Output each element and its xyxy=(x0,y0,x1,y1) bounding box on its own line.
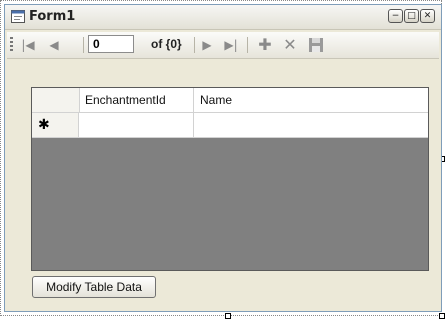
add-new-icon[interactable]: ✚ xyxy=(256,36,274,54)
cell-name[interactable] xyxy=(194,113,428,137)
column-header-enchantmentid[interactable]: EnchantmentId xyxy=(79,88,194,112)
delete-icon[interactable]: ✕ xyxy=(281,36,299,54)
form-window: Form1 − □ ✕ |◀ ◀ 0 of {0} ▶ ▶| ✚ ✕ Encha… xyxy=(4,4,442,312)
resize-handle-bottom[interactable] xyxy=(225,313,231,319)
move-first-icon[interactable]: |◀ xyxy=(19,36,37,54)
grid-header-row: EnchantmentId Name xyxy=(32,88,428,113)
move-last-icon[interactable]: ▶| xyxy=(222,36,240,54)
new-row[interactable]: ✱ xyxy=(32,113,428,138)
new-row-marker[interactable]: ✱ xyxy=(32,113,79,137)
resize-handle-corner[interactable] xyxy=(439,313,445,319)
move-previous-icon[interactable]: ◀ xyxy=(45,36,63,54)
maximize-button[interactable]: □ xyxy=(404,9,419,23)
toolbar-separator xyxy=(247,37,248,53)
cell-enchantmentid[interactable] xyxy=(79,113,194,137)
position-input[interactable]: 0 xyxy=(88,35,134,53)
toolbar-separator xyxy=(83,37,84,53)
select-all-corner[interactable] xyxy=(32,88,80,112)
modify-table-data-button[interactable]: Modify Table Data xyxy=(32,276,156,298)
move-next-icon[interactable]: ▶ xyxy=(198,36,216,54)
data-grid[interactable]: EnchantmentId Name ✱ xyxy=(31,87,429,271)
toolbar-separator xyxy=(194,37,195,53)
minimize-button[interactable]: − xyxy=(388,9,403,23)
form-icon xyxy=(11,10,25,23)
count-label: of {0} xyxy=(151,37,182,51)
toolbar-grip[interactable] xyxy=(10,37,13,53)
save-icon[interactable] xyxy=(307,36,325,54)
title-bar[interactable]: Form1 − □ ✕ xyxy=(5,5,441,30)
close-button[interactable]: ✕ xyxy=(420,9,435,23)
column-header-name[interactable]: Name xyxy=(194,88,428,112)
window-title: Form1 xyxy=(29,9,76,24)
binding-navigator: |◀ ◀ 0 of {0} ▶ ▶| ✚ ✕ xyxy=(7,32,439,59)
